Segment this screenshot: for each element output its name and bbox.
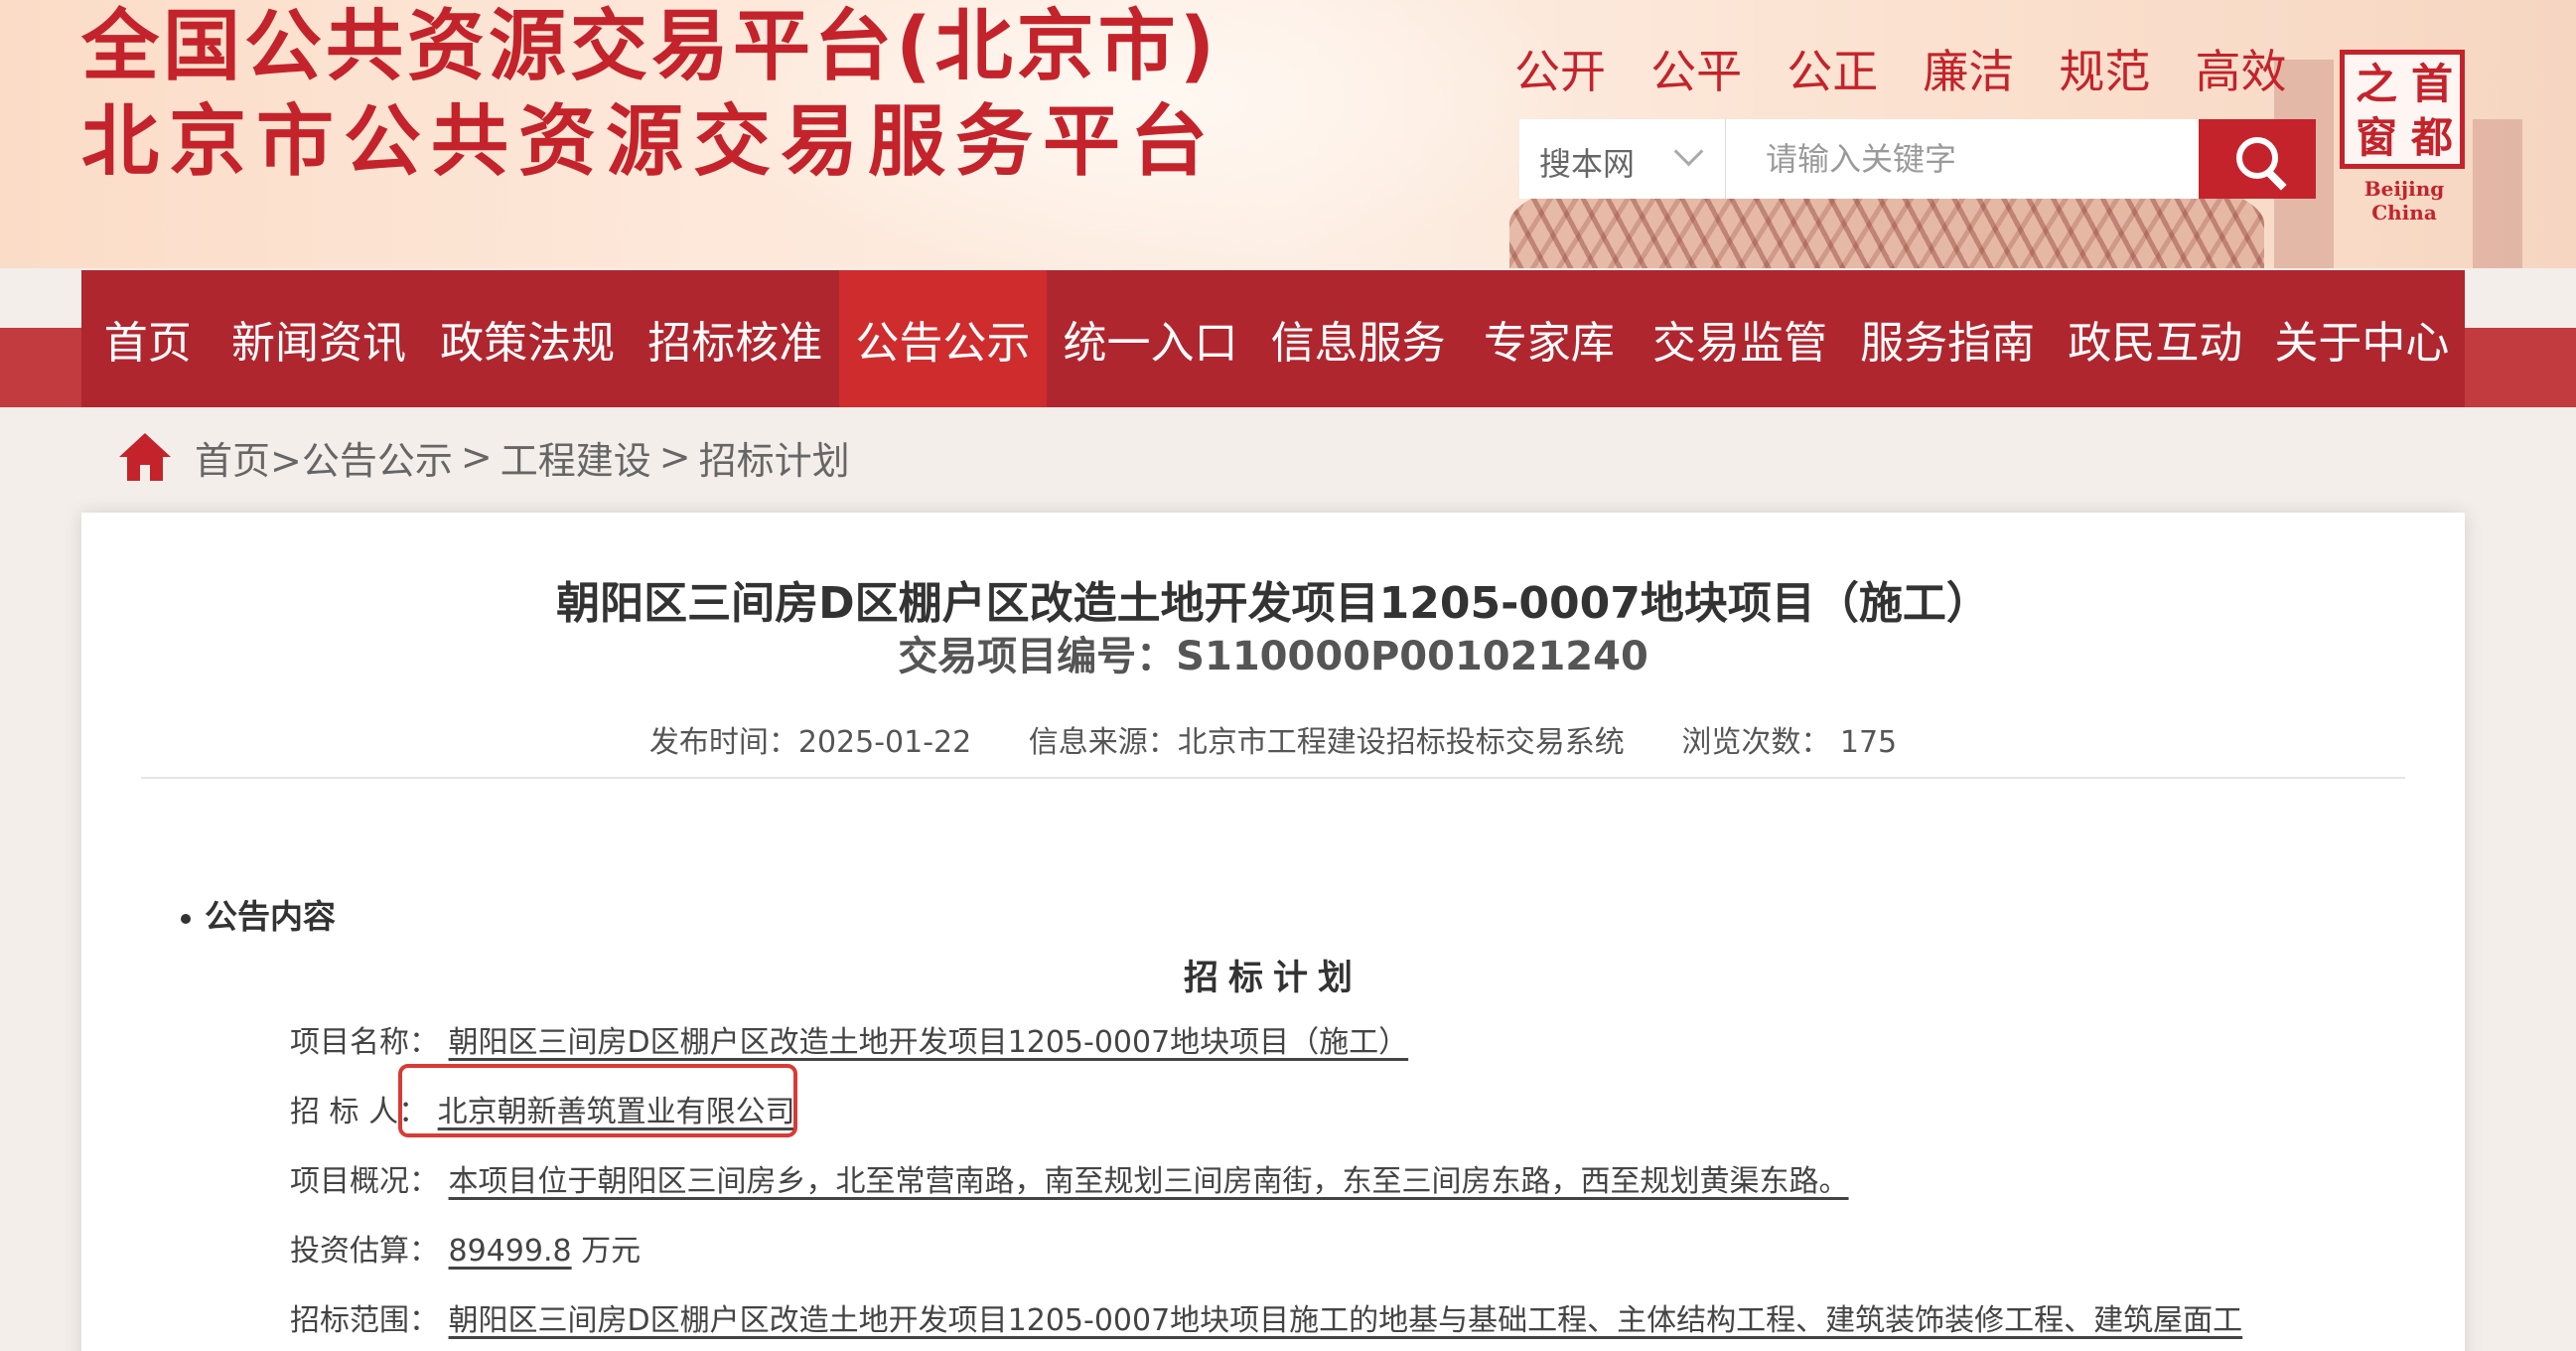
home-icon-door: [140, 465, 150, 481]
logo-caption: Beijing China: [2363, 177, 2445, 225]
logo-char: 窗: [2355, 113, 2397, 162]
view-count: 浏览次数： 175: [1681, 725, 1898, 760]
nav-item-service-guide[interactable]: 服务指南: [1844, 270, 2052, 407]
publish-time: 发布时间：2025-01-22: [648, 725, 972, 760]
nav-item-supervision[interactable]: 交易监管: [1636, 270, 1843, 407]
field-value: 朝阳区三间房D区棚户区改造土地开发项目1205-0007地块项目施工的地基与基础…: [448, 1303, 2243, 1338]
slogan-row: 公开 公平 公正 廉洁 规范 高效: [1514, 44, 2326, 99]
nav-item-interaction[interactable]: 政民互动: [2052, 270, 2259, 407]
logo-char: 都: [2410, 113, 2453, 162]
slogan: 公开: [1514, 45, 1606, 98]
nav-item-home[interactable]: 首页: [81, 270, 214, 407]
chevron-down-icon: [1673, 136, 1704, 167]
search-input[interactable]: [1726, 119, 2199, 199]
slogan: 廉洁: [1923, 45, 2015, 98]
field-label: 项目名称：: [290, 1025, 439, 1060]
article-panel: 朝阳区三间房D区棚户区改造土地开发项目1205-0007地块项目（施工） 交易项…: [81, 513, 2465, 1351]
slogan: 高效: [2195, 45, 2287, 98]
main-nav: 首页 新闻资讯 政策法规 招标核准 公告公示 统一入口 信息服务 专家库 交易监…: [81, 270, 2465, 407]
capital-window-logo[interactable]: 首 都 之 窗: [2340, 50, 2465, 169]
breadcrumb-engineering[interactable]: 工程建设: [501, 430, 651, 485]
nav-item-announcements[interactable]: 公告公示: [838, 270, 1047, 407]
breadcrumb-separator: >: [658, 435, 691, 479]
section-heading-text: 公告内容: [205, 897, 336, 936]
field-label: 项目概况：: [290, 1164, 439, 1199]
breadcrumb: 首页> 公告公示 > 工程建设 > 招标计划: [119, 427, 850, 487]
section-heading: 公告内容: [181, 890, 336, 938]
article-meta: 发布时间：2025-01-22 信息来源：北京市工程建设招标投标交易系统 浏览次…: [81, 717, 2465, 761]
home-icon-roof: [119, 433, 171, 457]
field-project-overview: 项目概况： 本项目位于朝阳区三间房乡，北至常营南路，南至规划三间房南街，东至三间…: [290, 1156, 1849, 1200]
nav-item-expert-db[interactable]: 专家库: [1462, 270, 1636, 407]
slogan: 规范: [2059, 45, 2151, 98]
site-title-line1: 全国公共资源交易平台(北京市): [81, 2, 1219, 91]
breadcrumb-current: 招标计划: [698, 438, 850, 483]
site-title-line2: 北京市公共资源交易服务平台: [81, 97, 1218, 187]
breadcrumb-announcements[interactable]: 公告公示: [302, 430, 453, 485]
field-label: 投资估算：: [290, 1234, 439, 1269]
page: 全国公共资源交易平台(北京市) 北京市公共资源交易服务平台 公开 公平 公正 廉…: [0, 0, 2576, 1351]
breadcrumb-home[interactable]: 首页>: [195, 430, 302, 485]
logo-char: 首: [2410, 60, 2453, 108]
field-value: 本项目位于朝阳区三间房乡，北至常营南路，南至规划三间房南街，东至三间房东路，西至…: [448, 1164, 1849, 1199]
search-bar: 搜本网: [1519, 119, 2316, 199]
nav-item-info-service[interactable]: 信息服务: [1254, 270, 1462, 407]
article-title: 朝阳区三间房D区棚户区改造土地开发项目1205-0007地块项目（施工）: [556, 578, 1990, 629]
nav-item-unified-entry[interactable]: 统一入口: [1047, 270, 1254, 407]
bullet-icon: [181, 913, 191, 924]
home-icon[interactable]: [119, 433, 171, 481]
banner-building-decoration: [2473, 119, 2522, 268]
tenderer-highlight-box: [398, 1064, 797, 1137]
breadcrumb-separator: >: [460, 435, 493, 479]
search-icon-handle: [2265, 169, 2287, 191]
divider: [141, 777, 2405, 779]
field-label: 招标范围：: [290, 1303, 439, 1338]
nav-item-policy[interactable]: 政策法规: [424, 270, 632, 407]
header-banner: 全国公共资源交易平台(北京市) 北京市公共资源交易服务平台 公开 公平 公正 廉…: [0, 0, 2576, 268]
search-scope-label: 搜本网: [1539, 145, 1636, 183]
field-value: 朝阳区三间房D区棚户区改造土地开发项目1205-0007地块项目（施工）: [448, 1025, 1409, 1060]
logo-char: 之: [2355, 60, 2397, 108]
field-value: 89499.8: [448, 1234, 572, 1269]
field-project-name: 项目名称： 朝阳区三间房D区棚户区改造土地开发项目1205-0007地块项目（施…: [290, 1017, 1408, 1061]
search-button[interactable]: [2199, 119, 2316, 199]
field-tender-scope: 招标范围： 朝阳区三间房D区棚户区改造土地开发项目1205-0007地块项目施工…: [290, 1295, 2242, 1339]
slogan: 公平: [1650, 45, 1743, 98]
search-scope-select[interactable]: 搜本网: [1519, 119, 1726, 199]
field-unit: 万元: [581, 1234, 642, 1269]
nav-item-bid-approval[interactable]: 招标核准: [632, 270, 839, 407]
field-investment-estimate: 投资估算： 89499.8 万元: [290, 1226, 641, 1270]
info-source: 信息来源：北京市工程建设招标投标交易系统: [1028, 725, 1625, 760]
nav-item-news[interactable]: 新闻资讯: [214, 270, 423, 407]
slogan: 公正: [1787, 45, 1879, 98]
nav-item-about[interactable]: 关于中心: [2259, 270, 2465, 407]
project-code: 交易项目编号：S110000P001021240: [898, 634, 1648, 679]
document-title: 招标计划: [1183, 959, 1362, 998]
